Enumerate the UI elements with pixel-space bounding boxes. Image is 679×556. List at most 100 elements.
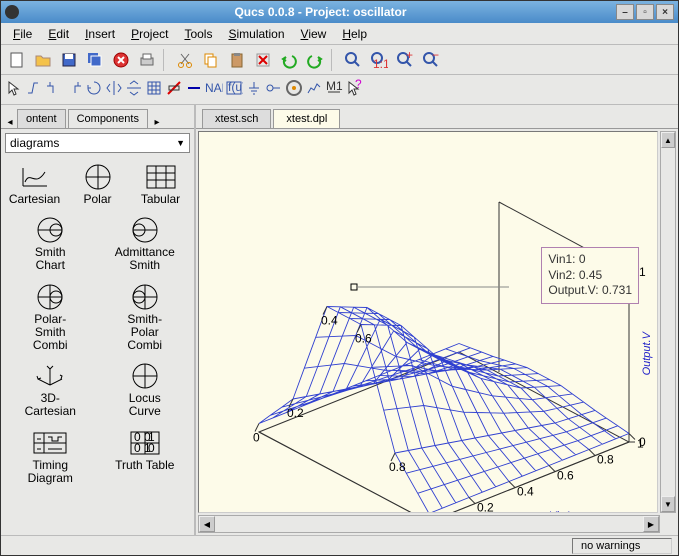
diagram-smith[interactable]: Smith Chart [19,216,81,272]
view-data-icon[interactable] [305,79,323,100]
svg-text:0.4: 0.4 [517,485,534,499]
open-icon[interactable] [31,48,55,72]
diagram-polarsmith[interactable]: Polar-Smith Combi [19,283,81,353]
zoom-out-icon[interactable]: − [419,48,443,72]
svg-text:NAME: NAME [205,81,223,95]
svg-text:0: 0 [148,441,155,455]
status-warnings: no warnings [572,538,672,554]
diagram-timing[interactable]: Timing Diagram [19,429,81,485]
window-title: Qucs 0.0.8 - Project: oscillator [25,5,616,19]
tab-xtest-sch[interactable]: xtest.sch [202,109,271,128]
chevron-down-icon: ▼ [176,138,185,148]
horizontal-scrollbar[interactable]: ◀ ▶ [198,515,660,533]
name-label-icon[interactable]: NAME [205,81,223,98]
svg-text:1: 1 [637,437,644,451]
svg-text:0.6: 0.6 [557,469,574,483]
maximize-button[interactable]: ▫ [636,4,654,20]
diagram-polar[interactable]: Polar [67,163,129,206]
minimize-button[interactable]: – [616,4,634,20]
svg-text:0: 0 [253,431,260,445]
tool2-icon[interactable] [25,79,43,100]
marker-icon[interactable]: M1 [325,79,343,100]
svg-text:f(u): f(u) [228,80,243,94]
diagram-list: Cartesian Polar Tabular Smith Chart Admi… [1,157,194,535]
zoom-fit-icon[interactable] [341,48,365,72]
tabs-scroll-right[interactable]: ▸ [150,117,164,128]
tab-components[interactable]: Components [68,109,148,128]
diagram-admittance[interactable]: Admittance Smith [114,216,176,272]
svg-text:0.8: 0.8 [597,453,614,467]
zoom-1-1-icon[interactable]: 1:1 [367,48,391,72]
ground-icon[interactable] [245,79,263,100]
save-icon[interactable] [57,48,81,72]
port-icon[interactable] [265,79,283,100]
vertical-scrollbar[interactable]: ▲ ▼ [660,131,676,513]
svg-text:0.6: 0.6 [355,332,372,346]
diagram-tabular[interactable]: Tabular [130,163,192,206]
redo-icon[interactable] [303,48,327,72]
diagram-smithpolar[interactable]: Smith-Polar Combi [114,283,176,353]
svg-text:0.4: 0.4 [321,314,338,328]
mirror-v-icon[interactable] [125,79,143,100]
cut-icon[interactable] [173,48,197,72]
left-panel: ◂ ontent Components ▸ diagrams ▼ Cartesi… [1,105,196,535]
tool4-icon[interactable] [65,79,83,100]
menu-help[interactable]: Help [334,25,375,43]
close-doc-icon[interactable] [109,48,133,72]
scroll-left-icon[interactable]: ◀ [199,516,215,532]
deactivate-icon[interactable] [165,79,183,100]
menu-view[interactable]: View [293,25,335,43]
axis-label-vin1: Vin1 [549,510,571,513]
menu-tools[interactable]: Tools [176,25,220,43]
close-button[interactable]: × [656,4,674,20]
save-all-icon[interactable] [83,48,107,72]
tab-content[interactable]: ontent [17,109,66,128]
menu-file[interactable]: File [5,25,40,43]
plot-canvas[interactable]: 0 1 [198,131,658,513]
tool3-icon[interactable] [45,79,63,100]
rotate-icon[interactable] [85,79,103,100]
grid-icon[interactable] [145,79,163,100]
print-icon[interactable] [135,48,159,72]
svg-text:M1: M1 [326,79,343,93]
diagram-3d-cartesian[interactable]: 3D-Cartesian [19,362,81,418]
tabs-scroll-left[interactable]: ◂ [3,117,17,128]
mirror-h-icon[interactable] [105,79,123,100]
simulate-icon[interactable] [285,79,303,100]
paste-icon[interactable] [225,48,249,72]
svg-text:0.8: 0.8 [389,460,406,474]
menubar: File Edit Insert Project Tools Simulatio… [1,23,678,45]
scroll-up-icon[interactable]: ▲ [661,132,675,148]
diagram-cartesian[interactable]: Cartesian [4,163,66,206]
svg-text:+: + [406,51,413,62]
wire-icon[interactable] [185,79,203,100]
undo-icon[interactable] [277,48,301,72]
scroll-right-icon[interactable]: ▶ [643,516,659,532]
equation-icon[interactable]: f(u) [225,79,243,100]
menu-simulation[interactable]: Simulation [220,25,292,43]
menu-edit[interactable]: Edit [40,25,77,43]
document-tabs: xtest.sch xtest.dpl [196,105,678,129]
copy-icon[interactable] [199,48,223,72]
scroll-down-icon[interactable]: ▼ [661,496,675,512]
axis-label-output: Output.V [641,332,653,375]
select-icon[interactable] [5,79,23,100]
svg-text:1: 1 [639,265,646,279]
menu-project[interactable]: Project [123,25,176,43]
diagram-locus[interactable]: Locus Curve [114,362,176,418]
titlebar: Qucs 0.0.8 - Project: oscillator – ▫ × [1,1,678,23]
zoom-in-icon[interactable]: + [393,48,417,72]
svg-text:?: ? [355,79,362,91]
menu-insert[interactable]: Insert [77,25,123,43]
toolbar-main: 1:1 + − [1,45,678,75]
category-combo[interactable]: diagrams ▼ [5,133,190,153]
delete-icon[interactable] [251,48,275,72]
diagram-truth[interactable]: 0 00 110Truth Table [114,429,176,485]
help-icon[interactable]: ? [345,79,363,100]
tab-xtest-dpl[interactable]: xtest.dpl [273,109,340,128]
svg-text:1:1: 1:1 [373,57,388,69]
svg-text:−: − [432,51,439,62]
new-icon[interactable] [5,48,29,72]
statusbar: no warnings [1,535,678,555]
svg-text:0.2: 0.2 [287,406,304,420]
